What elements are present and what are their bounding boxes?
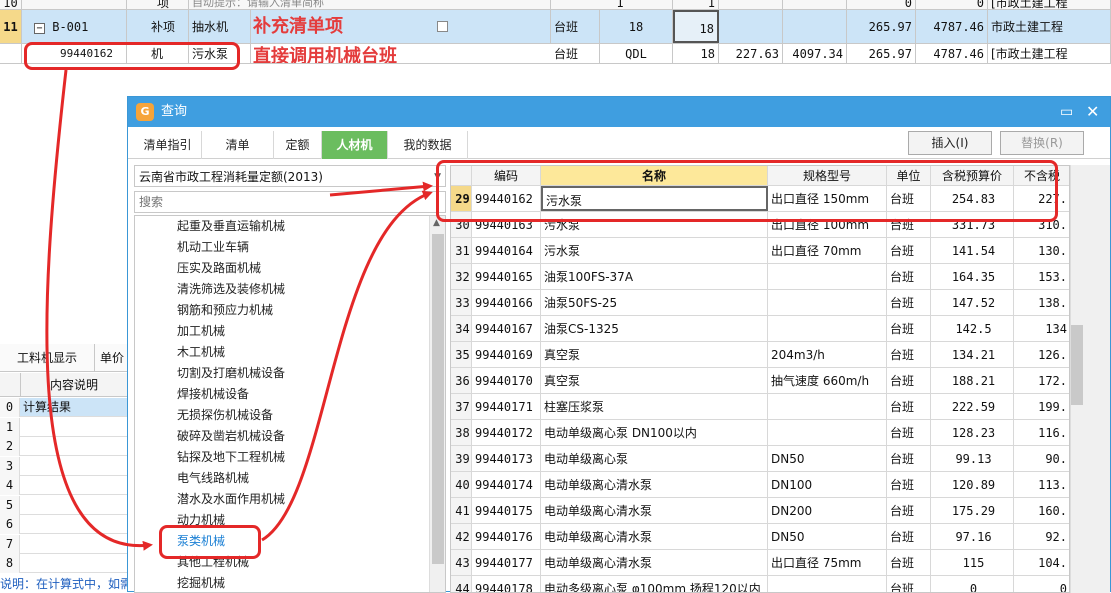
arrow-library-to-table xyxy=(329,181,433,197)
arrow-tree-to-table xyxy=(261,190,433,542)
arrow-bill-to-tree xyxy=(45,69,153,551)
annotation-arrows xyxy=(45,69,433,551)
